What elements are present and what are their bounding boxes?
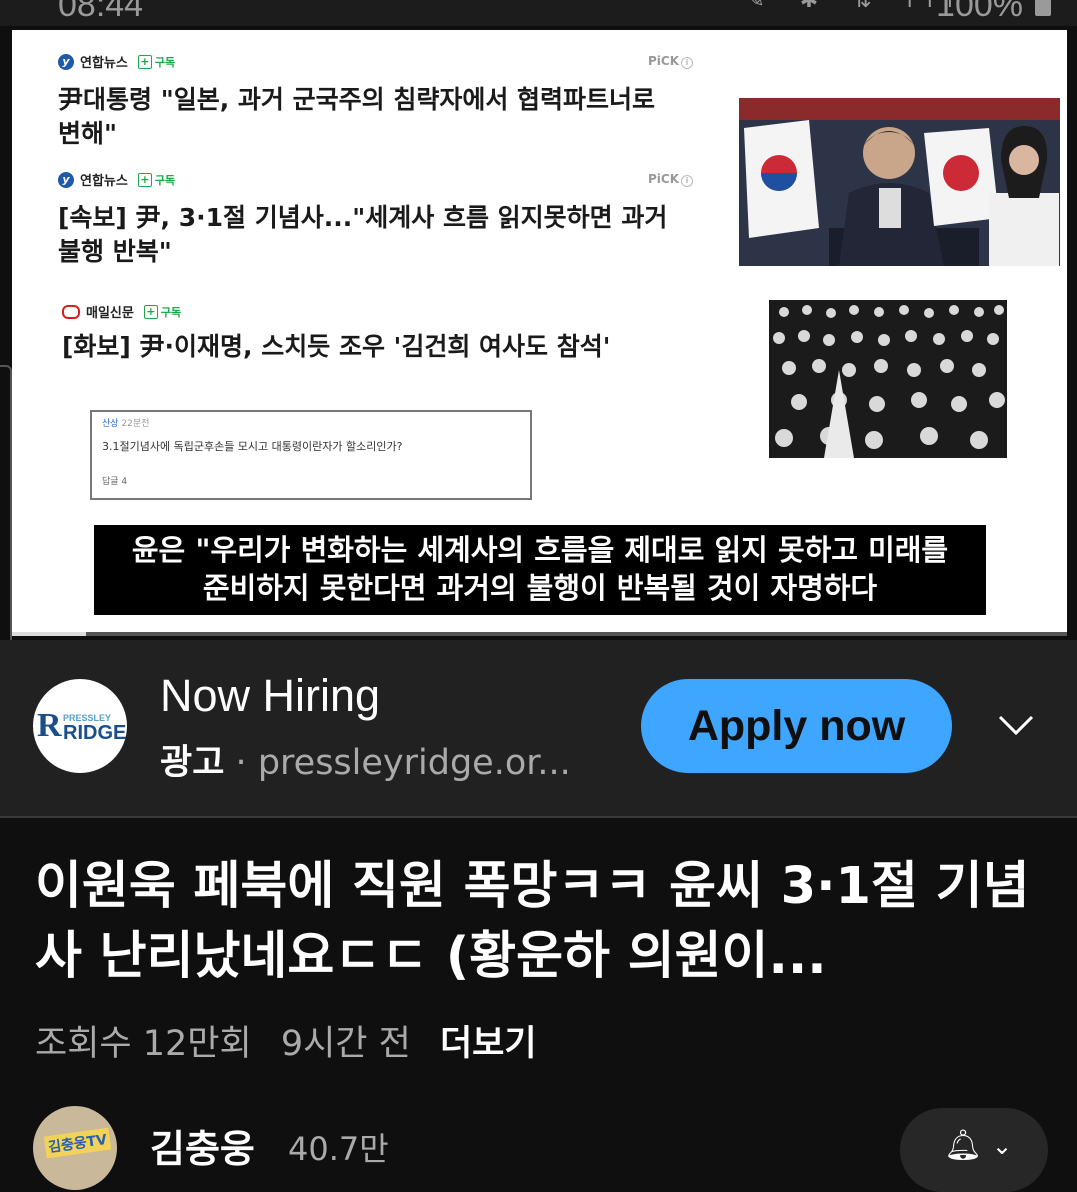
article-headline: [화보] 尹·이재명, 스치듯 조우 '김건희 여사도 참석' xyxy=(62,330,610,364)
maeil-logo-icon xyxy=(62,304,80,319)
divider xyxy=(0,816,1077,818)
subscribe-label: 구독 xyxy=(154,173,176,187)
comment-replies: 답글 4 xyxy=(102,477,128,487)
publisher-name: 매일신문 xyxy=(86,306,134,321)
article-headline: [속보] 尹, 3·1절 기념사..."세계사 흐름 읽지못하면 과거 불행 반… xyxy=(58,201,667,269)
subscriber-count: 40.7만 xyxy=(288,1130,389,1168)
video-progress-bar[interactable] xyxy=(12,632,1067,636)
channel-name[interactable]: 김충웅 xyxy=(150,1118,255,1173)
chevron-down-icon: ⌄ xyxy=(992,1132,1013,1160)
subscribe-tag: + 구독 xyxy=(143,304,182,320)
info-icon: i xyxy=(681,57,694,69)
comment-user: 산상 xyxy=(102,419,119,429)
view-count: 조회수 12만회 xyxy=(35,1024,252,1064)
pick-badge: PiCK i xyxy=(648,172,694,187)
upload-age: 9시간 전 xyxy=(280,1024,411,1064)
comment-card: 산상 22분전 3.1절기념사에 독립군후손들 모시고 대통령이란자가 할소리인… xyxy=(90,410,532,500)
subtitle-line: 윤은 "우리가 변화하는 세계사의 흐름을 제대로 읽지 못하고 미래를 xyxy=(131,533,949,567)
publisher-name: 연합뉴스 xyxy=(80,56,128,71)
status-icons: ✎ ✱ ⇅ ıll xyxy=(746,0,967,13)
video-meta: 조회수 12만회 9시간 전 더보기 xyxy=(35,1015,555,1066)
avatar-text: 김충웅TV xyxy=(43,1127,112,1159)
subtitle-line: 준비하지 못한다면 과거의 불행이 반복될 것이 자명하다 xyxy=(202,571,878,605)
subscribed-button[interactable]: 🔔︎ ⌄ xyxy=(900,1108,1048,1192)
logo-letter: R xyxy=(37,707,62,744)
plus-icon: + xyxy=(137,172,152,187)
headline-line: 尹대통령 "일본, 과거 군국주의 침략자에서 협력파트너로 xyxy=(58,85,656,114)
publisher-name: 연합뉴스 xyxy=(80,174,128,189)
ad-separator: · xyxy=(235,743,247,783)
headline-line: 변해" xyxy=(58,119,118,148)
video-title[interactable]: 이원욱 페북에 직원 폭망ㅋㅋ 윤씨 3·1절 기념사 난리났네요ㄷㄷ (황운하… xyxy=(35,852,1045,992)
chevron-down-icon[interactable] xyxy=(996,705,1036,745)
president-photo-image xyxy=(739,98,1060,266)
comment-time: 22분전 xyxy=(121,419,150,429)
publisher-row: y 연합뉴스 + 구독 xyxy=(58,170,175,189)
channel-avatar[interactable]: 김충웅TV xyxy=(33,1106,117,1190)
crowd-photo-image xyxy=(769,300,1007,458)
headline-line: 불행 반복" xyxy=(58,237,172,266)
battery-icon xyxy=(1035,0,1051,16)
ad-label: 광고 xyxy=(160,743,225,783)
video-subtitle: 윤은 "우리가 변화하는 세계사의 흐름을 제대로 읽지 못하고 미래를 준비하… xyxy=(94,525,986,615)
progress-fill xyxy=(12,632,86,636)
pick-label: PiCK xyxy=(648,172,680,186)
advertiser-logo[interactable]: R PRESSLEY RIDGE xyxy=(33,679,127,773)
headline-line: [화보] 尹·이재명, 스치듯 조우 '김건희 여사도 참석' xyxy=(62,332,611,361)
status-time: 08:44 xyxy=(58,0,144,24)
video-player[interactable]: y 연합뉴스 + 구독 PiCK i 尹대통령 "일본, 과거 군국주의 침략자에서… xyxy=(12,30,1067,634)
headline-line: [속보] 尹, 3·1절 기념사..."세계사 흐름 읽지못하면 과거 xyxy=(58,203,668,232)
comment-text: 3.1절기념사에 독립군후손들 모시고 대통령이란자가 할소리인가? xyxy=(102,440,403,453)
subscribe-label: 구독 xyxy=(154,55,176,69)
publisher-row: y 연합뉴스 + 구독 xyxy=(58,52,175,71)
subscribe-tag: + 구독 xyxy=(137,54,176,70)
plus-icon: + xyxy=(143,304,158,319)
pick-label: PiCK xyxy=(648,54,680,68)
info-icon: i xyxy=(681,175,694,187)
ad-meta: 광고 · pressleyridge.or... xyxy=(160,734,571,785)
publisher-row: 매일신문 + 구독 xyxy=(62,302,181,321)
ad-domain: pressleyridge.or... xyxy=(257,743,571,783)
subscribe-tag: + 구독 xyxy=(137,172,176,188)
more-button[interactable]: 더보기 xyxy=(440,1024,537,1064)
plus-icon: + xyxy=(137,54,152,69)
crowd-photo xyxy=(769,300,1007,458)
bell-icon: 🔔︎ xyxy=(944,1128,983,1163)
article-headline: 尹대통령 "일본, 과거 군국주의 침략자에서 협력파트너로 변해" xyxy=(58,83,655,151)
battery-level: 100% xyxy=(936,0,1023,24)
ad-title[interactable]: Now Hiring xyxy=(160,670,380,722)
subscribe-label: 구독 xyxy=(160,305,182,319)
comment-user-row: 산상 22분전 xyxy=(102,416,149,429)
status-bar: 08:44 ✎ ✱ ⇅ ıll 100% xyxy=(0,0,1077,26)
yonhap-logo-icon: y xyxy=(58,171,74,188)
pick-badge: PiCK i xyxy=(648,54,694,69)
president-photo xyxy=(739,98,1060,266)
yonhap-logo-icon: y xyxy=(58,53,74,70)
apply-now-button[interactable]: Apply now xyxy=(641,679,952,773)
logo-text-bottom: RIDGE xyxy=(63,722,127,744)
